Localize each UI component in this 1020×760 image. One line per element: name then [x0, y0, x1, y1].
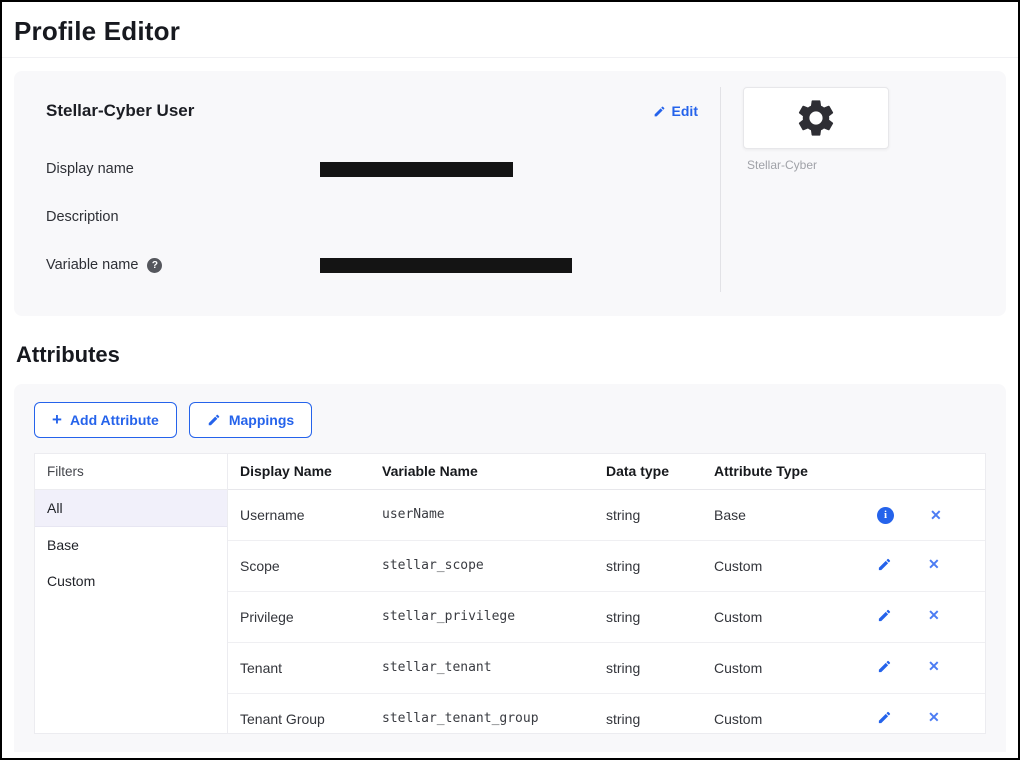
delete-attribute-icon[interactable]: ✕	[928, 607, 940, 624]
provider-label: Stellar-Cyber	[747, 158, 974, 172]
attribute-row: Tenant Groupstellar_tenant_groupstringCu…	[228, 693, 985, 733]
attributes-table: Display NameVariable NameData typeAttrib…	[228, 454, 985, 733]
attribute-display-name: Tenant Group	[228, 693, 370, 733]
attribute-row: Scopestellar_scopestringCustom ✕	[228, 540, 985, 591]
page-title: Profile Editor	[14, 16, 1002, 47]
attribute-type: Custom	[702, 591, 862, 642]
mappings-label: Mappings	[229, 412, 294, 428]
add-attribute-label: Add Attribute	[70, 412, 159, 428]
gear-icon	[794, 96, 838, 140]
attribute-variable-name: stellar_scope	[370, 540, 594, 591]
attribute-variable-name: stellar_privilege	[370, 591, 594, 642]
display-name-label: Display name	[46, 161, 134, 177]
column-header-display-name: Display Name	[228, 454, 370, 489]
filter-list: AllBaseCustom	[35, 490, 227, 599]
plus-icon: +	[52, 413, 62, 427]
redacted-display-name-value	[320, 162, 513, 177]
attribute-type: Base	[702, 489, 862, 540]
edit-attribute-icon[interactable]	[877, 659, 892, 674]
field-display-name: Display name	[46, 145, 698, 193]
mappings-pencil-icon	[207, 413, 221, 427]
delete-attribute-icon[interactable]: ✕	[930, 507, 942, 524]
attributes-toolbar: + Add Attribute Mappings	[34, 402, 986, 438]
profile-card: Stellar-Cyber User Edit Display name Des…	[14, 71, 1006, 316]
attribute-variable-name: userName	[370, 489, 594, 540]
edit-label: Edit	[672, 103, 698, 119]
profile-editor-page: Profile Editor Stellar-Cyber User Edit D…	[0, 0, 1020, 760]
attribute-type: Custom	[702, 642, 862, 693]
column-header-attribute-type: Attribute Type	[702, 454, 862, 489]
info-icon[interactable]: i	[877, 507, 894, 524]
attribute-type: Custom	[702, 693, 862, 733]
column-header-data-type: Data type	[594, 454, 702, 489]
redacted-variable-name-value	[320, 258, 572, 273]
help-icon[interactable]: ?	[147, 258, 162, 273]
field-description: Description	[46, 193, 698, 241]
attribute-actions: ✕	[862, 642, 985, 693]
filter-item-custom[interactable]: Custom	[35, 563, 227, 599]
description-label: Description	[46, 209, 119, 225]
filters-panel: Filters AllBaseCustom	[35, 454, 228, 733]
attribute-data-type: string	[594, 642, 702, 693]
attributes-content: Filters AllBaseCustom Display NameVariab…	[34, 453, 986, 734]
attribute-display-name: Scope	[228, 540, 370, 591]
filter-item-all[interactable]: All	[35, 490, 227, 527]
column-header-actions	[862, 454, 985, 489]
column-header-variable-name: Variable Name	[370, 454, 594, 489]
edit-attribute-icon[interactable]	[877, 557, 892, 572]
attribute-variable-name: stellar_tenant	[370, 642, 594, 693]
edit-attribute-icon[interactable]	[877, 608, 892, 623]
attributes-table-body: UsernameuserNamestringBasei✕Scopestellar…	[228, 489, 985, 733]
attribute-data-type: string	[594, 489, 702, 540]
attribute-row: Privilegestellar_privilegestringCustom ✕	[228, 591, 985, 642]
delete-attribute-icon[interactable]: ✕	[928, 556, 940, 573]
attribute-actions: i✕	[862, 489, 985, 540]
attribute-actions: ✕	[862, 591, 985, 642]
edit-attribute-icon[interactable]	[877, 710, 892, 725]
attribute-variable-name: stellar_tenant_group	[370, 693, 594, 733]
mappings-button[interactable]: Mappings	[189, 402, 312, 438]
filter-item-base[interactable]: Base	[35, 527, 227, 563]
attributes-section: + Add Attribute Mappings Filters AllBase…	[14, 384, 1006, 752]
attribute-row: Tenantstellar_tenantstringCustom ✕	[228, 642, 985, 693]
attributes-heading: Attributes	[16, 342, 1006, 368]
profile-name: Stellar-Cyber User	[46, 101, 194, 121]
attribute-display-name: Username	[228, 489, 370, 540]
profile-details: Stellar-Cyber User Edit Display name Des…	[46, 87, 720, 292]
attribute-type: Custom	[702, 540, 862, 591]
field-variable-name: Variable name ?	[46, 241, 698, 289]
attribute-row: UsernameuserNamestringBasei✕	[228, 489, 985, 540]
provider-card[interactable]	[743, 87, 889, 149]
attribute-actions: ✕	[862, 693, 985, 733]
add-attribute-button[interactable]: + Add Attribute	[34, 402, 177, 438]
filters-label: Filters	[35, 454, 227, 490]
edit-pencil-icon	[653, 105, 666, 118]
variable-name-label: Variable name	[46, 257, 138, 273]
delete-attribute-icon[interactable]: ✕	[928, 709, 940, 726]
attribute-display-name: Tenant	[228, 642, 370, 693]
attribute-display-name: Privilege	[228, 591, 370, 642]
provider-panel: Stellar-Cyber	[720, 87, 974, 292]
attribute-data-type: string	[594, 540, 702, 591]
attribute-data-type: string	[594, 591, 702, 642]
attribute-actions: ✕	[862, 540, 985, 591]
page-header: Profile Editor	[2, 2, 1018, 58]
edit-profile-button[interactable]: Edit	[653, 103, 698, 119]
delete-attribute-icon[interactable]: ✕	[928, 658, 940, 675]
table-header-row: Display NameVariable NameData typeAttrib…	[228, 454, 985, 489]
attribute-data-type: string	[594, 693, 702, 733]
